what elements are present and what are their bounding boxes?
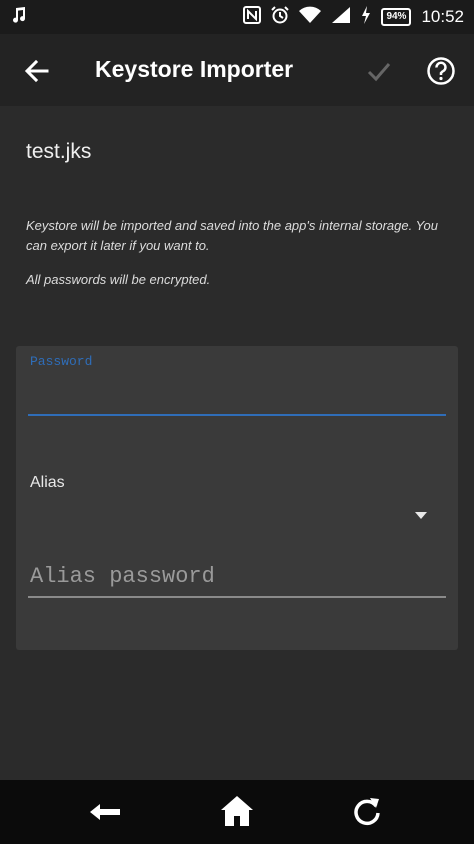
app-bar: Keystore Importer [0,34,474,106]
help-circle-icon [427,57,455,85]
battery-indicator: 94% [381,8,412,26]
password-underline [28,414,446,416]
status-right: 94% 10:52 [243,5,464,29]
alias-password-underline [28,596,446,598]
keystore-filename: test.jks [26,140,92,163]
alias-dropdown[interactable] [28,496,446,542]
credentials-card: Password Alias Alias password [16,346,458,650]
status-left [10,6,28,29]
dropdown-arrow-icon [415,512,427,519]
nav-recent-button[interactable] [352,796,382,826]
nfc-icon [243,5,262,29]
encryption-info-text: All passwords will be encrypted. [26,272,211,287]
alias-label: Alias [30,474,65,491]
music-note-icon [10,6,28,29]
wifi-icon [299,6,322,29]
charging-icon [361,5,371,29]
refresh-icon [354,798,380,826]
back-button[interactable] [22,56,52,86]
alias-password-input[interactable]: Alias password [30,564,215,589]
alarm-icon [271,5,290,29]
content-area: test.jks Keystore will be imported and s… [0,106,474,780]
status-time: 10:52 [421,7,464,26]
password-input[interactable] [28,374,446,414]
help-button[interactable] [426,56,456,86]
import-info-text: Keystore will be imported and saved into… [26,218,438,253]
home-icon [221,796,253,826]
navigation-bar [0,780,474,844]
status-bar: 94% 10:52 [0,0,474,34]
arrow-back-icon [24,59,49,83]
nav-back-icon [90,804,120,820]
nav-home-button[interactable] [220,794,254,828]
confirm-button[interactable] [364,56,394,86]
signal-icon [331,6,351,29]
check-icon [367,63,391,82]
page-title: Keystore Importer [95,56,294,82]
nav-back-button[interactable] [88,798,122,826]
password-label: Password [30,354,93,369]
